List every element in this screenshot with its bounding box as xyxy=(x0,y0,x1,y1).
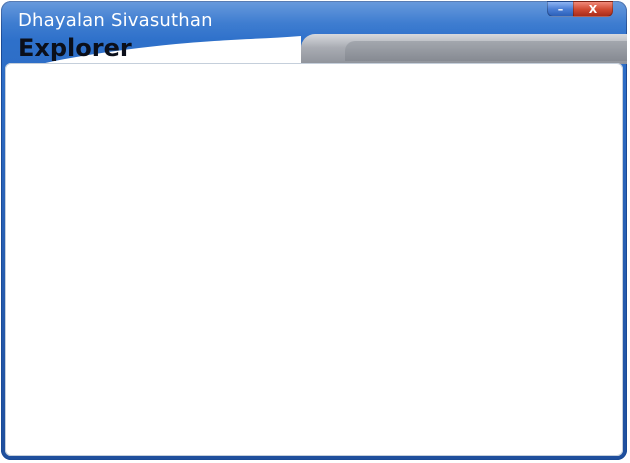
minimize-button[interactable]: – xyxy=(547,1,573,17)
close-button[interactable]: X xyxy=(573,1,613,17)
window-controls: – X xyxy=(547,1,613,21)
minimize-icon: – xyxy=(557,2,564,16)
window: Dhayalan Sivasuthan Explorer – X xyxy=(1,1,627,460)
close-icon: X xyxy=(588,2,598,16)
content-area xyxy=(5,63,623,456)
window-title: Explorer xyxy=(18,34,132,62)
window-subtitle: Dhayalan Sivasuthan xyxy=(18,10,213,31)
header-tab-strip xyxy=(301,34,627,64)
